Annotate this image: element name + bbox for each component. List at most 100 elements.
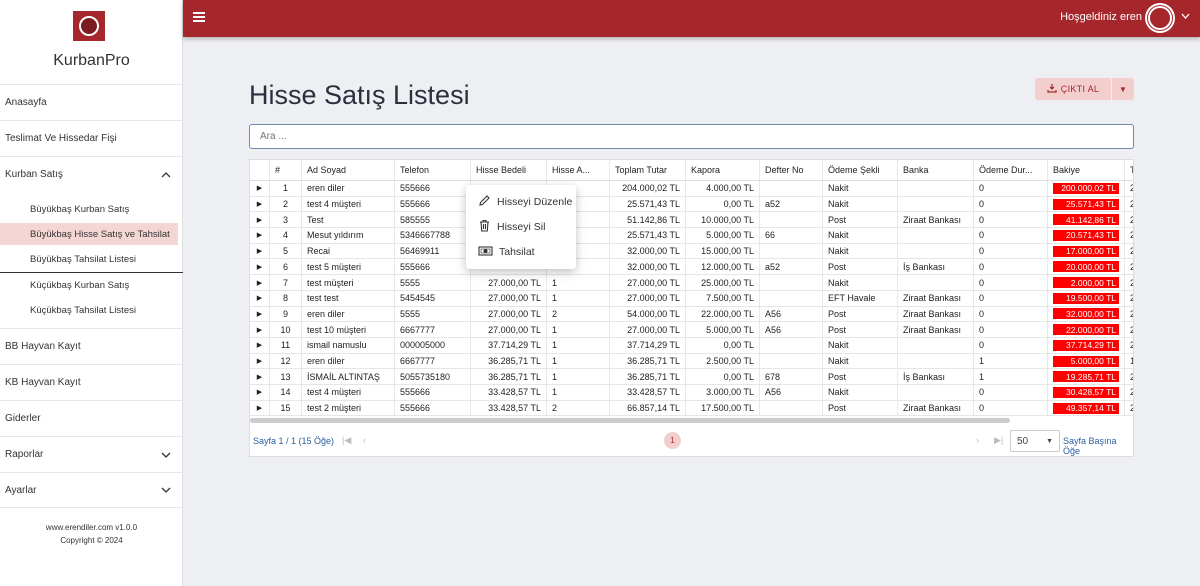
row-expand-icon[interactable]: ▶ xyxy=(250,322,270,337)
table-row[interactable]: ▶ 2 test 4 müşteri 555666 25.571,43 TL 0,00 T… xyxy=(250,196,1133,213)
cell-phone: 6667777 xyxy=(395,353,471,369)
page-size-select[interactable]: 50 ▼ xyxy=(1010,430,1060,452)
avatar[interactable] xyxy=(1145,3,1175,33)
sidebar-subitem-kucukbas-tahsilat[interactable]: Küçükbaş Tahsilat Listesi xyxy=(0,299,178,321)
column-header-index[interactable]: # xyxy=(270,160,302,180)
table-row[interactable]: ▶ 11 ismail namuslu 000005000 37.714,29 TL 1 3… xyxy=(250,338,1133,354)
print-dropdown-button[interactable]: ▼ xyxy=(1112,78,1134,100)
table-row[interactable]: ▶ 1 eren diler 555666 204.000,02 TL 4.000,00 … xyxy=(250,181,1133,197)
cell-deposit: 0,00 TL xyxy=(686,338,760,353)
column-header-book-no[interactable]: Defter No xyxy=(760,160,823,180)
row-expand-icon[interactable]: ▶ xyxy=(250,196,270,212)
cell-phone: 5555 xyxy=(395,306,471,322)
row-expand-icon[interactable]: ▶ xyxy=(250,369,270,385)
row-expand-icon[interactable]: ▶ xyxy=(250,385,270,400)
cell-bank: Ziraat Bankası xyxy=(898,212,974,228)
table-row[interactable]: ▶ 4 Mesut yıldırım 5346667788 25.571,43 TL 5.… xyxy=(250,228,1133,244)
horizontal-scrollbar[interactable] xyxy=(250,418,1010,423)
cell-phone: 6667777 xyxy=(395,322,471,337)
row-expand-icon[interactable]: ▶ xyxy=(250,290,270,306)
cell-payment-status: 0 xyxy=(974,259,1048,275)
cell-phone: 5454545 xyxy=(395,290,471,306)
table-row[interactable]: ▶ 13 İSMAİL ALTINTAŞ 5055735180 36.285,71 TL… xyxy=(250,369,1133,386)
row-expand-icon[interactable]: ▶ xyxy=(250,306,270,322)
table-row[interactable]: ▶ 9 eren diler 5555 27.000,00 TL 2 54.000,00 T… xyxy=(250,306,1133,323)
column-header-payment-method[interactable]: Ödeme Şekli xyxy=(823,160,898,180)
sidebar-subitem-kucukbas-kurban-satis[interactable]: Küçükbaş Kurban Satış xyxy=(0,274,178,296)
row-expand-icon[interactable]: ▶ xyxy=(250,243,270,259)
row-expand-icon[interactable]: ▶ xyxy=(250,181,270,196)
sidebar-subitem-buyukbas-tahsilat[interactable]: Büyükbaş Tahsilat Listesi xyxy=(0,248,178,270)
row-expand-icon[interactable]: ▶ xyxy=(250,400,270,416)
prev-page-icon[interactable]: ‹ xyxy=(363,435,366,445)
search-input[interactable] xyxy=(249,124,1134,149)
table-row[interactable]: ▶ 12 eren diler 6667777 36.285,71 TL 1 36.285,… xyxy=(250,353,1133,370)
next-page-icon[interactable]: › xyxy=(976,435,979,445)
table-row[interactable]: ▶ 8 test test 5454545 27.000,00 TL 1 27.000,00… xyxy=(250,290,1133,307)
cell-bank: İş Bankası xyxy=(898,369,974,385)
cell-payment-status: 0 xyxy=(974,290,1048,306)
column-header-payment-status[interactable]: Ödeme Dur... xyxy=(974,160,1048,180)
edit-share-menu-item[interactable]: Hisseyi Düzenle xyxy=(466,190,576,214)
sidebar-subitem-buyukbas-kurban-satis[interactable]: Büyükbaş Kurban Satış xyxy=(0,198,178,220)
column-header-extra[interactable]: T xyxy=(1125,160,1133,180)
row-expand-icon[interactable]: ▶ xyxy=(250,259,270,275)
cell-total: 66.857,14 TL xyxy=(610,400,686,416)
row-expand-icon[interactable]: ▶ xyxy=(250,275,270,290)
table-row[interactable]: ▶ 7 test müşteri 5555 27.000,00 TL 1 27.000,00… xyxy=(250,275,1133,291)
table-row[interactable]: ▶ 5 Recai 56469911 32.000,00 TL 15.000,00 TL N… xyxy=(250,243,1133,260)
column-header-share-count[interactable]: Hisse A... xyxy=(547,160,610,180)
column-header-bank[interactable]: Banka xyxy=(898,160,974,180)
table-row[interactable]: ▶ 3 Test 585555 51.142,86 TL 10.000,00 TL Post… xyxy=(250,212,1133,229)
cell-share-count: 1 xyxy=(547,275,610,290)
sidebar-item-raporlar[interactable]: Raporlar xyxy=(0,436,183,472)
cell-payment-method: Post xyxy=(823,212,898,228)
cell-extra: 2 xyxy=(1125,307,1133,322)
cell-deposit: 25.000,00 TL xyxy=(686,275,760,290)
sidebar-item-anasayfa[interactable]: Anasayfa xyxy=(0,84,183,120)
cell-deposit: 3.000,00 TL xyxy=(686,385,760,400)
column-header-balance[interactable]: Bakiye xyxy=(1048,160,1125,180)
app-logo[interactable] xyxy=(73,11,105,41)
column-header-phone[interactable]: Telefon xyxy=(395,160,471,180)
cell-extra: 2 xyxy=(1125,338,1133,353)
cell-balance: 20.571,43 TL xyxy=(1048,228,1125,243)
column-header-deposit[interactable]: Kapora xyxy=(686,160,760,180)
cell-name: İSMAİL ALTINTAŞ xyxy=(302,369,395,385)
page-number-button[interactable]: 1 xyxy=(664,432,681,449)
cell-extra: 2 xyxy=(1125,369,1133,384)
print-button[interactable]: ÇIKTI AL xyxy=(1035,78,1111,100)
chevron-down-icon[interactable] xyxy=(1181,11,1190,22)
sidebar-item-teslimat[interactable]: Teslimat Ve Hissedar Fişi xyxy=(0,120,183,156)
cell-name: Recai xyxy=(302,243,395,259)
table-row[interactable]: ▶ 15 test 2 müşteri 555666 33.428,57 TL 2 66.8… xyxy=(250,400,1133,417)
table-row[interactable]: ▶ 6 test 5 müşteri 555666 32.000,00 TL 12.000… xyxy=(250,259,1133,276)
cell-total: 51.142,86 TL xyxy=(610,212,686,228)
sidebar-item-kurban-satis[interactable]: Kurban Satış xyxy=(0,156,183,192)
cell-payment-method: Post xyxy=(823,322,898,337)
cell-deposit: 2.500,00 TL xyxy=(686,353,760,369)
sidebar-item-bb-hayvan-kayit[interactable]: BB Hayvan Kayıt xyxy=(0,328,183,364)
cell-balance: 30.428,57 TL xyxy=(1048,385,1125,400)
column-header-share-price[interactable]: Hisse Bedeli xyxy=(471,160,547,180)
sidebar-item-ayarlar[interactable]: Ayarlar xyxy=(0,472,183,508)
delete-share-menu-item[interactable]: Hisseyi Sil xyxy=(466,215,576,239)
row-expand-icon[interactable]: ▶ xyxy=(250,338,270,353)
last-page-icon[interactable]: ▶| xyxy=(994,435,1003,446)
table-row[interactable]: ▶ 14 test 4 müşteri 555666 33.428,57 TL 1 33.4… xyxy=(250,385,1133,401)
cell-name: test 4 müşteri xyxy=(302,385,395,400)
row-expand-icon[interactable]: ▶ xyxy=(250,353,270,369)
table-row[interactable]: ▶ 10 test 10 müşteri 6667777 27.000,00 TL 1 27… xyxy=(250,322,1133,338)
cell-share-count: 1 xyxy=(547,338,610,353)
sidebar-item-kb-hayvan-kayit[interactable]: KB Hayvan Kayıt xyxy=(0,364,183,400)
row-expand-icon[interactable]: ▶ xyxy=(250,212,270,228)
sidebar-item-giderler[interactable]: Giderler xyxy=(0,400,183,436)
column-header-expander[interactable] xyxy=(250,160,270,180)
column-header-name[interactable]: Ad Soyad xyxy=(302,160,395,180)
column-header-total[interactable]: Toplam Tutar xyxy=(610,160,686,180)
collection-menu-item[interactable]: Tahsilat xyxy=(466,240,576,264)
row-expand-icon[interactable]: ▶ xyxy=(250,228,270,243)
first-page-icon[interactable]: |◀ xyxy=(342,435,351,446)
menu-icon[interactable] xyxy=(193,12,205,22)
sidebar-subitem-buyukbas-hisse-satis[interactable]: Büyükbaş Hisse Satış ve Tahsilat xyxy=(0,223,178,245)
